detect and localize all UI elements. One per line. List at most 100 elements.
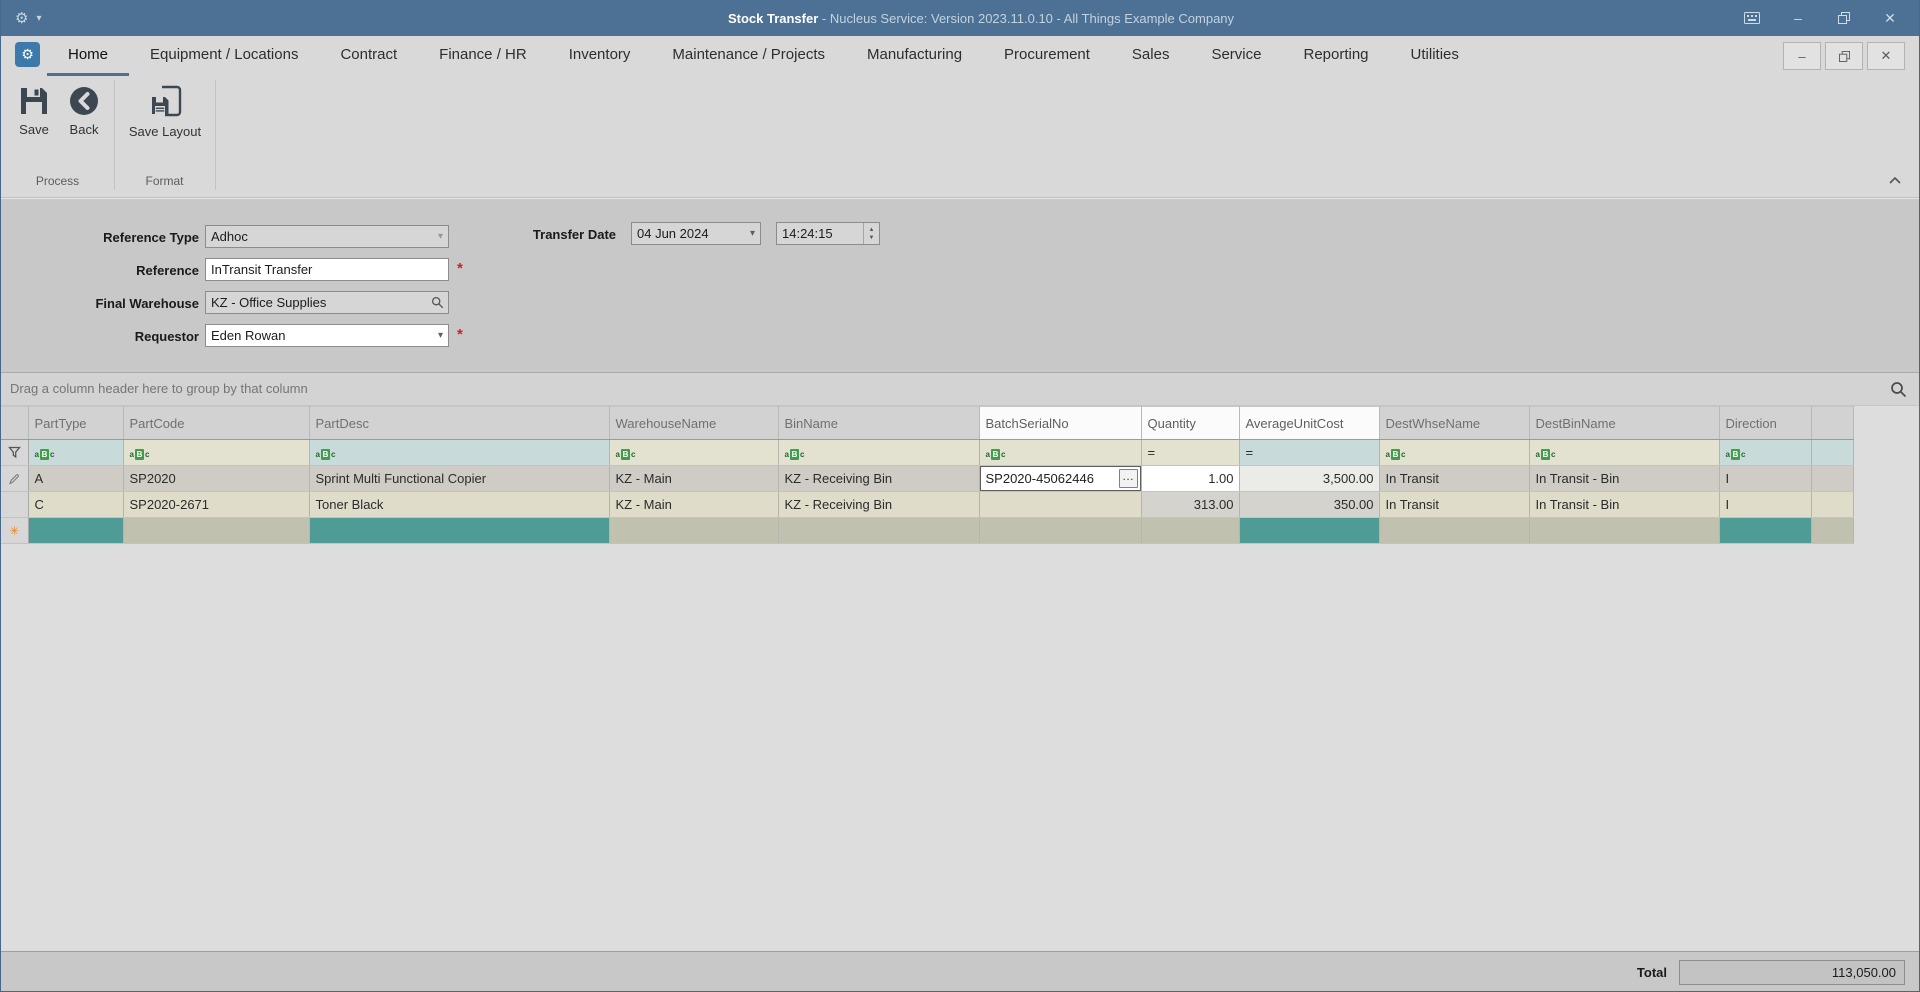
reference-type-dropdown[interactable]: Adhoc ▾ xyxy=(205,225,449,248)
tab-service[interactable]: Service xyxy=(1190,36,1282,76)
filter-cell-destwhsename[interactable]: aBc xyxy=(1379,439,1530,466)
filter-cell-batchserialno[interactable]: aBc xyxy=(979,439,1142,466)
column-header-averageunitcost[interactable]: AverageUnitCost xyxy=(1239,406,1380,440)
time-spin-buttons[interactable]: ▲ ▼ xyxy=(863,223,879,244)
newrow-cell-partcode[interactable] xyxy=(123,517,310,544)
cell-r2-parttype[interactable]: C xyxy=(28,491,124,518)
filter-cell-partcode[interactable]: aBc xyxy=(123,439,310,466)
cell-r1-averageunitcost[interactable]: 3,500.00 xyxy=(1239,465,1380,492)
newrow-cell-destbinname[interactable] xyxy=(1529,517,1720,544)
tab-equipment-locations[interactable]: Equipment / Locations xyxy=(129,36,319,76)
cell-r1-quantity[interactable]: 1.00 xyxy=(1141,465,1240,492)
tab-finance-hr[interactable]: Finance / HR xyxy=(418,36,548,76)
cell-r1-partcode[interactable]: SP2020 xyxy=(123,465,310,492)
tab-sales[interactable]: Sales xyxy=(1111,36,1191,76)
cell-r2-destbinname[interactable]: In Transit - Bin xyxy=(1529,491,1720,518)
minimize-icon[interactable]: – xyxy=(1787,8,1809,28)
filter-cell-quantity[interactable]: = xyxy=(1141,439,1240,466)
column-header-batchserialno[interactable]: BatchSerialNo xyxy=(979,406,1142,440)
column-header-destwhsename[interactable]: DestWhseName xyxy=(1379,406,1530,440)
transfer-time-spinner[interactable]: 14:24:15 ▲ ▼ xyxy=(776,222,880,245)
tab-manufacturing[interactable]: Manufacturing xyxy=(846,36,983,76)
inner-restore-button[interactable] xyxy=(1825,42,1863,70)
tab-procurement[interactable]: Procurement xyxy=(983,36,1111,76)
ribbon-collapse-button[interactable] xyxy=(1885,172,1905,188)
transfer-date-picker[interactable]: 04 Jun 2024 ▾ xyxy=(631,222,761,245)
cell-r2-batchserialno[interactable] xyxy=(979,491,1142,518)
titlebar-menu[interactable]: ⚙ ▾ xyxy=(1,9,221,27)
column-header-warehousename[interactable]: WarehouseName xyxy=(609,406,779,440)
cell-r1-parttype[interactable]: A xyxy=(28,465,124,492)
column-header-destbinname[interactable]: DestBinName xyxy=(1529,406,1720,440)
tab-utilities[interactable]: Utilities xyxy=(1390,36,1480,76)
cell-r2-destwhsename[interactable]: In Transit xyxy=(1379,491,1530,518)
newrow-cell-warehousename[interactable] xyxy=(609,517,779,544)
column-header-binname[interactable]: BinName xyxy=(778,406,980,440)
tab-inventory[interactable]: Inventory xyxy=(548,36,652,76)
inner-close-button[interactable]: ✕ xyxy=(1867,42,1905,70)
reference-value: InTransit Transfer xyxy=(211,262,313,277)
cell-r1-destwhsename[interactable]: In Transit xyxy=(1379,465,1530,492)
cell-r2-binname[interactable]: KZ - Receiving Bin xyxy=(778,491,980,518)
filter-cell-warehousename[interactable]: aBc xyxy=(609,439,779,466)
newrow-cell-binname[interactable] xyxy=(778,517,980,544)
row2-indicator xyxy=(1,491,29,518)
tab-home[interactable]: Home xyxy=(47,36,130,76)
cell-r2-partcode[interactable]: SP2020-2671 xyxy=(123,491,310,518)
inner-minimize-button[interactable]: – xyxy=(1783,42,1821,70)
chevron-down-icon[interactable]: ▾ xyxy=(36,13,41,24)
column-header-partdesc[interactable]: PartDesc xyxy=(309,406,610,440)
column-header-partcode[interactable]: PartCode xyxy=(123,406,310,440)
cell-r1-partdesc[interactable]: Sprint Multi Functional Copier xyxy=(309,465,610,492)
chevron-down-icon[interactable]: ▾ xyxy=(750,228,760,239)
cell-r1-batchserialno-editor[interactable]: SP2020-45062446 … xyxy=(979,465,1142,492)
reference-input[interactable]: InTransit Transfer xyxy=(205,258,449,281)
filter-cell-direction[interactable]: aBc xyxy=(1719,439,1812,466)
filter-cell-destbinname[interactable]: aBc xyxy=(1529,439,1720,466)
tab-maintenance-projects[interactable]: Maintenance / Projects xyxy=(651,36,846,76)
column-header-direction[interactable]: Direction xyxy=(1719,406,1812,440)
cell-r1-destbinname[interactable]: In Transit - Bin xyxy=(1529,465,1720,492)
newrow-cell-averageunitcost[interactable] xyxy=(1239,517,1380,544)
newrow-cell-destwhsename[interactable] xyxy=(1379,517,1530,544)
grid-search-icon[interactable] xyxy=(1890,381,1907,398)
cell-r1-warehousename[interactable]: KZ - Main xyxy=(609,465,779,492)
spin-up-icon[interactable]: ▲ xyxy=(869,226,875,234)
tab-reporting[interactable]: Reporting xyxy=(1282,36,1389,76)
final-warehouse-lookup[interactable]: KZ - Office Supplies xyxy=(205,291,449,314)
app-menu-button[interactable]: ⚙ xyxy=(15,42,40,67)
tab-contract[interactable]: Contract xyxy=(319,36,418,76)
abc-filter-icon: aBc xyxy=(129,449,150,460)
abc-filter-icon: aBc xyxy=(615,449,636,460)
chevron-down-icon[interactable]: ▾ xyxy=(438,330,448,341)
save-layout-button[interactable]: Save Layout xyxy=(123,84,207,139)
newrow-cell-parttype[interactable] xyxy=(28,517,124,544)
back-button[interactable]: Back xyxy=(59,84,109,137)
newrow-cell-quantity[interactable] xyxy=(1141,517,1240,544)
filter-cell-parttype[interactable]: aBc xyxy=(28,439,124,466)
newrow-cell-batchserialno[interactable] xyxy=(979,517,1142,544)
cell-r2-quantity[interactable]: 313.00 xyxy=(1141,491,1240,518)
cell-r2-partdesc[interactable]: Toner Black xyxy=(309,491,610,518)
ellipsis-button[interactable]: … xyxy=(1118,469,1138,488)
cell-r2-direction[interactable]: I xyxy=(1719,491,1812,518)
filter-cell-averageunitcost[interactable]: = xyxy=(1239,439,1380,466)
save-button[interactable]: Save xyxy=(11,84,57,137)
close-icon[interactable]: ✕ xyxy=(1879,8,1901,28)
newrow-cell-direction[interactable] xyxy=(1719,517,1812,544)
cell-r2-warehousename[interactable]: KZ - Main xyxy=(609,491,779,518)
restore-icon[interactable] xyxy=(1833,8,1855,28)
search-icon[interactable] xyxy=(431,296,448,309)
filter-cell-partdesc[interactable]: aBc xyxy=(309,439,610,466)
gear-icon[interactable]: ⚙ xyxy=(15,9,28,27)
cell-r1-direction[interactable]: I xyxy=(1719,465,1812,492)
filter-cell-binname[interactable]: aBc xyxy=(778,439,980,466)
cell-r1-binname[interactable]: KZ - Receiving Bin xyxy=(778,465,980,492)
column-header-quantity[interactable]: Quantity xyxy=(1141,406,1240,440)
column-header-parttype[interactable]: PartType xyxy=(28,406,124,440)
cell-r2-averageunitcost[interactable]: 350.00 xyxy=(1239,491,1380,518)
requestor-dropdown[interactable]: Eden Rowan ▾ xyxy=(205,324,449,347)
keyboard-icon[interactable] xyxy=(1741,8,1763,28)
newrow-cell-partdesc[interactable] xyxy=(309,517,610,544)
spin-down-icon[interactable]: ▼ xyxy=(869,234,875,242)
